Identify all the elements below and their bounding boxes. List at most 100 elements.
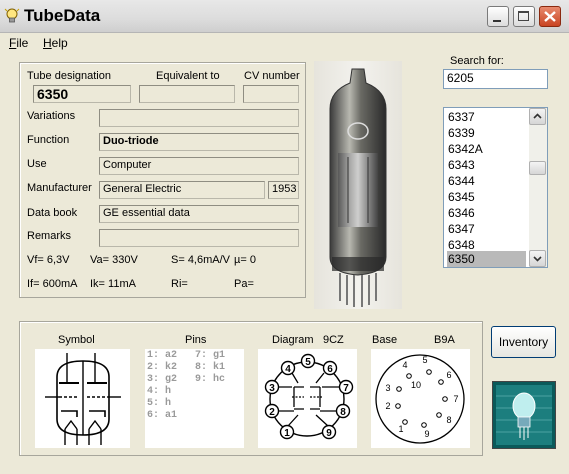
- list-item[interactable]: 6344: [447, 173, 528, 189]
- base-pin-label: 8: [446, 415, 451, 425]
- tube-list[interactable]: 6337 6339 6342A 6343 6344 6345 6346 6347…: [443, 107, 548, 268]
- cv-number-label: CV number: [244, 70, 300, 82]
- base-pin-label: 4: [402, 360, 407, 370]
- diagram-code: 9CZ: [323, 334, 344, 346]
- pin-entry: 5: h: [147, 398, 172, 409]
- list-item[interactable]: 6343: [447, 157, 528, 173]
- symbol-panel: [35, 349, 130, 448]
- base-pin-label: 1: [398, 424, 403, 434]
- vf-value: Vf= 6,3V: [27, 254, 70, 266]
- use-field[interactable]: Computer: [99, 157, 299, 175]
- vacuum-tube-image: [329, 68, 387, 307]
- app-logo: [492, 381, 556, 449]
- function-field[interactable]: Duo-triode: [99, 133, 299, 151]
- symbol-label: Symbol: [58, 334, 95, 346]
- pin-entry: 3: g2: [147, 374, 178, 385]
- diagram-pin-label: 3: [269, 383, 275, 394]
- chevron-down-icon: [533, 256, 542, 262]
- list-item[interactable]: 6345: [447, 189, 528, 205]
- use-label: Use: [27, 158, 47, 170]
- diagram-pin-label: 1: [284, 428, 290, 439]
- s-value: S= 4,6mA/V: [171, 254, 231, 266]
- remarks-field[interactable]: [99, 229, 299, 247]
- close-icon: [544, 11, 556, 22]
- triode-symbol: [45, 353, 121, 445]
- cv-number-field[interactable]: [243, 85, 299, 103]
- menu-file-label: ile: [16, 36, 29, 50]
- pins-label: Pins: [185, 334, 207, 346]
- va-value: Va= 330V: [90, 254, 138, 266]
- menu-help-label: elp: [51, 36, 68, 50]
- list-scrollbar[interactable]: [529, 108, 547, 267]
- window-title: TubeData: [24, 6, 101, 25]
- diagram-pin-label: 2: [269, 407, 275, 418]
- base-pin-label: 3: [385, 383, 390, 393]
- base-pin-label: 10: [411, 380, 421, 390]
- list-item[interactable]: 6339: [447, 125, 528, 141]
- diagram-pin-label: 7: [343, 383, 349, 394]
- base-pin-label: 5: [422, 355, 427, 365]
- pins-panel: 1: a2 2: k2 3: g2 4: h 5: h 6: a1 7: g1 …: [145, 349, 244, 448]
- year-field[interactable]: 1953: [268, 181, 299, 199]
- inventory-button[interactable]: Inventory: [491, 326, 556, 358]
- list-item[interactable]: 6342A: [447, 141, 528, 157]
- tube-designation-field[interactable]: 6350: [33, 85, 131, 103]
- if-value: If= 600mA: [27, 278, 78, 290]
- pa-value: Pa=: [234, 278, 254, 290]
- menu-help-accel: H: [43, 36, 52, 50]
- chevron-up-icon: [533, 113, 542, 119]
- list-item[interactable]: 6337: [447, 109, 528, 125]
- remarks-label: Remarks: [27, 230, 72, 242]
- pin-entry: 7: g1: [195, 350, 226, 361]
- mu-value: µ= 0: [234, 254, 256, 266]
- diagram-pin-label: 4: [285, 364, 291, 375]
- tube-logo-icon: [496, 385, 552, 445]
- connection-diagram-panel: 1 2 3 4 5 6 7 8 9: [258, 349, 357, 448]
- diagram-label: Diagram: [272, 334, 314, 346]
- connection-diagram: 1 2 3 4 5 6 7 8 9: [264, 353, 354, 440]
- diagram-pin-label: 8: [340, 407, 346, 418]
- minimize-button[interactable]: [487, 6, 509, 27]
- manufacturer-field[interactable]: General Electric: [99, 181, 265, 199]
- diagram-pin-label: 5: [305, 357, 311, 368]
- data-book-field[interactable]: GE essential data: [99, 205, 299, 223]
- menu-bar: File Help: [0, 33, 569, 53]
- minimize-icon: [493, 20, 501, 22]
- pin-entry: 8: k1: [195, 362, 226, 373]
- tube-photo: [314, 61, 402, 309]
- lightbulb-icon: [4, 8, 20, 23]
- list-item[interactable]: 6347: [447, 221, 528, 237]
- title-bar[interactable]: TubeData: [0, 0, 569, 33]
- diagram-pin-label: 6: [327, 364, 333, 375]
- scroll-down-button[interactable]: [529, 250, 546, 267]
- maximize-button[interactable]: [513, 6, 535, 27]
- menu-file[interactable]: File: [9, 36, 28, 50]
- equivalent-label: Equivalent to: [156, 70, 220, 82]
- scroll-thumb[interactable]: [529, 161, 546, 175]
- base-label: Base: [372, 334, 398, 346]
- data-book-label: Data book: [27, 207, 78, 219]
- list-item[interactable]: 6346: [447, 205, 528, 221]
- manufacturer-label: Manufacturer: [27, 182, 92, 194]
- search-input[interactable]: 6205: [443, 69, 548, 89]
- ik-value: Ik= 11mA: [90, 278, 136, 290]
- base-pin-label: 2: [385, 401, 390, 411]
- maximize-icon: [518, 11, 529, 21]
- pin-entry: 6: a1: [147, 410, 178, 421]
- list-item-selected[interactable]: 6350: [447, 251, 526, 267]
- variations-label: Variations: [27, 110, 76, 122]
- scroll-up-button[interactable]: [529, 108, 546, 125]
- base-code: B9A: [434, 334, 455, 346]
- close-button[interactable]: [539, 6, 561, 27]
- diagram-pin-label: 9: [326, 428, 332, 439]
- equivalent-field[interactable]: [139, 85, 235, 103]
- base-diagram-panel: 1 2 3 4 5 6 7 8 9 10: [371, 349, 470, 448]
- pin-entry: 9: hc: [195, 374, 226, 385]
- menu-help[interactable]: Help: [43, 36, 68, 50]
- function-label: Function: [27, 134, 70, 146]
- base-diagram: 1 2 3 4 5 6 7 8 9 10: [375, 354, 465, 444]
- search-label: Search for:: [450, 55, 504, 67]
- variations-field[interactable]: [99, 109, 299, 127]
- ri-value: Ri=: [171, 278, 188, 290]
- tube-designation-label: Tube designation: [27, 70, 111, 82]
